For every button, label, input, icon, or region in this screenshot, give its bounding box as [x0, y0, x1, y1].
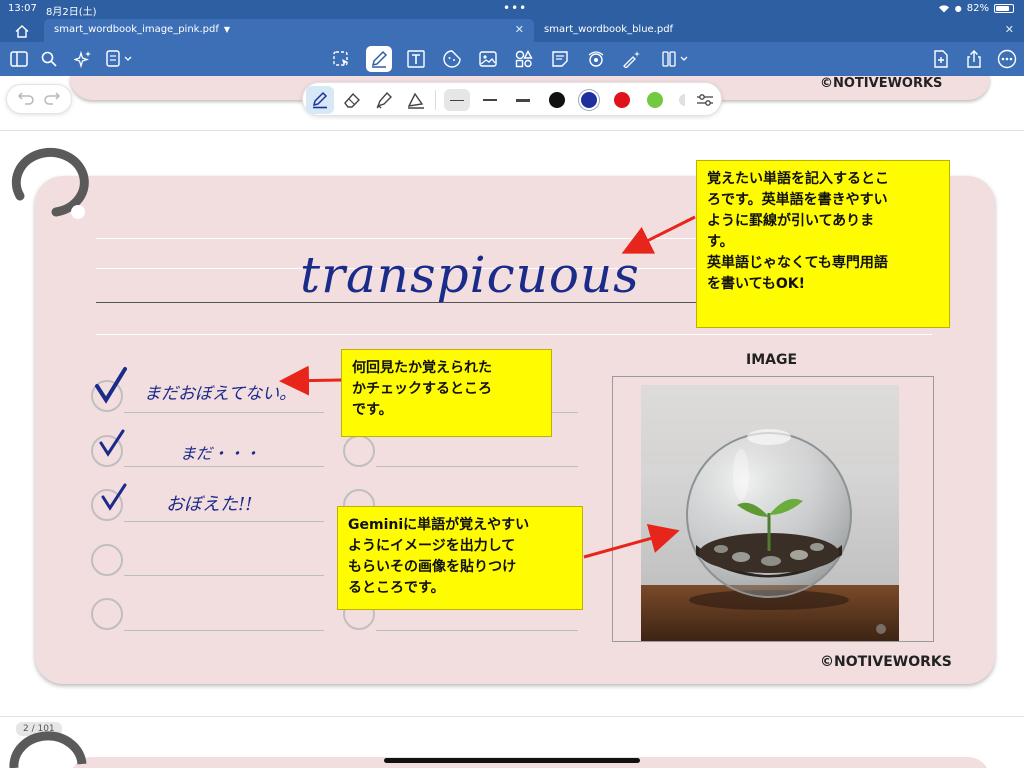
pen-icon[interactable]	[366, 46, 392, 72]
battery-fill	[996, 6, 1009, 11]
note-line	[124, 521, 324, 522]
chevron-down-icon[interactable]: ▼	[224, 25, 230, 34]
search-icon[interactable]	[38, 48, 60, 70]
pen-settings-icon[interactable]	[696, 91, 714, 113]
checkmark-icon	[95, 367, 127, 404]
main-toolbar	[0, 42, 1024, 76]
check-note-1[interactable]: まだおぼえてない。	[144, 379, 296, 404]
battery-icon	[994, 4, 1014, 13]
marker-icon[interactable]	[402, 86, 430, 114]
tab-label: smart_wordbook_blue.pdf	[544, 24, 674, 35]
note-line	[376, 466, 578, 467]
stroke-thick[interactable]	[510, 89, 536, 111]
callout-check-area[interactable]: 何回見たか覚えられた かチェックするところ です。	[341, 349, 552, 437]
sidebar-icon[interactable]	[8, 48, 30, 70]
page-settings-icon[interactable]	[104, 48, 136, 70]
stroke-medium[interactable]	[477, 89, 503, 111]
stroke-thin[interactable]	[444, 89, 470, 111]
page-separator	[0, 716, 1024, 717]
undo-icon[interactable]	[17, 90, 35, 109]
more-icon[interactable]	[996, 48, 1018, 70]
handwritten-word[interactable]: transpicuous	[300, 246, 640, 304]
callout-image-area[interactable]: Geminiに単語が覚えやすい ようにイメージを出力して もらいその画像を貼りつ…	[337, 506, 583, 610]
tab-label: smart_wordbook_image_pink.pdf	[54, 24, 219, 35]
close-icon[interactable]: ✕	[515, 23, 524, 36]
note-line	[124, 630, 324, 631]
record-audio-icon[interactable]	[585, 48, 607, 70]
binder-ring-icon	[9, 731, 87, 768]
sticky-note-icon[interactable]	[549, 48, 571, 70]
note-line	[376, 630, 578, 631]
copyright-text: ©NOTIVEWORKS	[820, 654, 952, 670]
shapes-icon[interactable]	[513, 48, 535, 70]
status-date: 8月2日(土)	[46, 7, 97, 18]
checkmark-icon	[99, 429, 125, 457]
note-line	[124, 412, 324, 413]
status-time: 13:07	[8, 3, 37, 14]
laser-pointer-icon[interactable]	[621, 48, 643, 70]
undo-redo-panel	[6, 84, 72, 114]
tab-pink-wordbook[interactable]: smart_wordbook_image_pink.pdf ▼ ✕	[44, 19, 534, 42]
status-bar: 13:07 8月2日(土) ••• ● 82%	[0, 0, 1024, 18]
close-icon[interactable]: ✕	[1005, 23, 1014, 36]
color-swatch-red[interactable]	[614, 92, 630, 108]
lasso-icon[interactable]	[330, 48, 352, 70]
ai-sparkle-icon[interactable]	[72, 48, 94, 70]
image-icon[interactable]	[477, 48, 499, 70]
location-icon: ●	[954, 4, 962, 13]
checkmark-icon	[101, 483, 127, 511]
check-circle[interactable]	[343, 435, 375, 467]
color-swatch-blue[interactable]	[581, 92, 597, 108]
binder-ring-icon	[11, 147, 89, 219]
rule-line	[96, 334, 932, 335]
wifi-icon	[938, 5, 949, 13]
check-circle[interactable]	[91, 598, 123, 630]
pen-palette	[302, 82, 722, 116]
check-circle[interactable]	[91, 544, 123, 576]
check-note-3[interactable]: おぼえた!!	[166, 490, 252, 516]
note-line	[124, 466, 324, 467]
text-box-icon[interactable]	[405, 48, 427, 70]
redo-icon[interactable]	[43, 90, 61, 109]
eraser-icon[interactable]	[338, 86, 366, 114]
note-line	[124, 575, 324, 576]
battery-percent: 82%	[966, 3, 989, 14]
fountain-pen-icon[interactable]	[306, 86, 334, 114]
callout-word-area[interactable]: 覚えたい単語を記入するとこ ろです。英単語を書きやすい ように罫線が引いてありま…	[696, 160, 950, 328]
tab-blue-wordbook[interactable]: smart_wordbook_blue.pdf ✕	[534, 19, 1024, 42]
home-indicator[interactable]	[384, 758, 640, 763]
sticker-icon[interactable]	[441, 48, 463, 70]
share-icon[interactable]	[963, 48, 985, 70]
highlighter-icon[interactable]	[370, 86, 398, 114]
page-separator	[0, 130, 1024, 131]
color-swatch-black[interactable]	[549, 92, 565, 108]
more-colors-peek[interactable]	[679, 94, 685, 106]
terrarium-photo[interactable]	[641, 385, 899, 641]
palette-divider	[435, 90, 436, 110]
more-tools-icon[interactable]	[660, 48, 692, 70]
color-swatch-green[interactable]	[647, 92, 663, 108]
home-icon[interactable]	[10, 22, 34, 40]
check-note-2[interactable]: まだ・・・	[180, 440, 260, 464]
tab-bar: smart_wordbook_image_pink.pdf ▼ ✕ smart_w…	[0, 18, 1024, 42]
image-label: IMAGE	[746, 352, 798, 368]
add-page-icon[interactable]	[930, 48, 952, 70]
multitask-dots-icon[interactable]: •••	[503, 1, 527, 15]
previous-page-copyright: ©NOTIVEWORKS	[820, 76, 943, 91]
